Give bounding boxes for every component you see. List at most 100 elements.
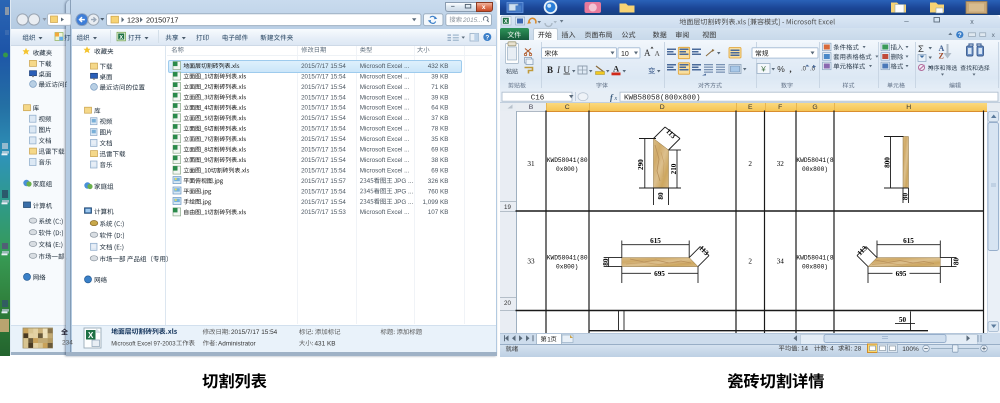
svg-text:X: X [504,19,508,25]
svg-text:–: – [904,17,909,26]
svg-text:69 KB: 69 KB [431,147,448,154]
svg-text:KWD58041(8: KWD58041(8 [796,157,833,164]
svg-text:A: A [644,48,651,58]
svg-text:F: F [778,104,782,111]
svg-text:I: I [556,65,561,75]
svg-text:760 KB: 760 KB [428,188,449,195]
svg-text:JPG ...: JPG ... [394,188,413,195]
svg-text:.0: .0 [801,67,807,73]
svg-text:2015/7/17 15:54: 2015/7/17 15:54 [301,63,346,70]
svg-text:Microsoft Excel 97-2003: Microsoft Excel 97-2003 [111,341,176,347]
svg-text:695: 695 [896,270,907,278]
svg-text:35 KB: 35 KB [431,136,448,143]
svg-text:2015/7/17 15:54: 2015/7/17 15:54 [301,94,346,101]
svg-text:2015/7/17 15:54: 2015/7/17 15:54 [301,84,346,91]
svg-text:695: 695 [654,270,665,278]
svg-text:0x800): 0x800) [556,264,578,271]
svg-text:2015/7/17 15:54: 2015/7/17 15:54 [301,115,346,122]
svg-text:80: 80 [657,192,665,200]
svg-text:: 4: : 4 [827,346,834,353]
svg-text:80: 80 [602,258,610,266]
svg-text:113: 113 [664,127,677,140]
svg-text:00x800): 00x800) [802,264,828,271]
svg-text:?: ? [485,35,489,42]
svg-text:.0: .0 [810,67,816,73]
svg-text:432 KB: 432 KB [428,63,449,70]
svg-text:2015/7/17 15:54: 2015/7/17 15:54 [301,126,346,133]
svg-text:50: 50 [899,316,907,324]
svg-text:2015/7/17 15:54: 2015/7/17 15:54 [301,105,346,112]
svg-text:x: x [992,32,996,39]
svg-text:U: U [564,65,571,75]
svg-text:2015/7/17 15:57: 2015/7/17 15:57 [301,178,346,185]
svg-text:KWD58041(80: KWD58041(80 [547,255,588,262]
svg-text:64 KB: 64 KB [431,105,448,112]
svg-text:JPG ...: JPG ... [394,199,413,206]
svg-text:f: f [610,92,614,102]
svg-text:x: x [482,4,486,11]
svg-text:19: 19 [504,204,511,211]
svg-text:431 KB: 431 KB [315,340,336,347]
svg-text:D: D [660,104,665,111]
svg-text:2015...: 2015... [462,17,483,24]
svg-text:?: ? [958,33,962,39]
svg-text:2015/7/17 15:54: 2015/7/17 15:54 [301,167,346,174]
svg-text:: 14: : 14 [798,346,809,353]
svg-text:37 KB: 37 KB [431,115,448,122]
svg-text:2015/7/17 15:54: 2015/7/17 15:54 [301,136,346,143]
svg-text:–: – [451,4,455,11]
svg-text:KWB58058(800x800): KWB58058(800x800) [624,95,701,103]
svg-text:80: 80 [953,258,961,266]
svg-text:B: B [547,65,553,75]
svg-text:Z: Z [939,52,944,61]
svg-text:2015/7/17 15:54: 2015/7/17 15:54 [301,73,346,80]
svg-text:Microsoft Excel ...: Microsoft Excel ... [360,105,410,112]
svg-text:71 KB: 71 KB [431,84,448,91]
svg-text:39 KB: 39 KB [431,73,448,80]
svg-text:Administrator: Administrator [218,340,257,347]
svg-text:2015/7/17 15:54: 2015/7/17 15:54 [231,329,278,336]
svg-text:34: 34 [777,258,785,266]
svg-text:0x800): 0x800) [556,166,578,173]
svg-text:x: x [970,19,974,26]
svg-text:210: 210 [670,163,678,174]
svg-text:Microsoft Excel ...: Microsoft Excel ... [360,136,410,143]
svg-text:C: C [565,104,570,111]
svg-text:X: X [88,331,94,340]
svg-text:: 28: : 28 [851,346,862,353]
svg-text:2: 2 [748,160,752,168]
svg-text:00x800): 00x800) [802,166,828,173]
svg-text:78 KB: 78 KB [431,126,448,133]
svg-text:Microsoft Excel ...: Microsoft Excel ... [360,73,410,80]
svg-text:A: A [613,64,620,74]
svg-text:KWD58041(80: KWD58041(80 [547,157,588,164]
svg-text:615: 615 [650,237,661,245]
svg-text:2015/7/17 15:53: 2015/7/17 15:53 [301,209,346,216]
svg-text:Microsoft Excel ...: Microsoft Excel ... [360,209,410,216]
svg-text:20150717: 20150717 [146,15,178,24]
svg-text:107 KB: 107 KB [428,209,449,216]
svg-text:%: % [777,64,785,74]
svg-text:H: H [906,104,911,111]
svg-text:C16: C16 [531,95,545,103]
svg-text:E: E [748,104,753,111]
svg-text:31: 31 [527,160,535,168]
svg-text:G: G [812,104,817,111]
svg-text:69 KB: 69 KB [431,167,448,174]
svg-text:100%: 100% [902,346,919,353]
svg-text:Σ: Σ [918,44,924,55]
svg-text:38 KB: 38 KB [431,157,448,164]
svg-text:Microsoft Excel ...: Microsoft Excel ... [360,157,410,164]
svg-text:10: 10 [621,51,629,58]
svg-text:Microsoft Excel ...: Microsoft Excel ... [360,94,410,101]
svg-text:A: A [655,49,661,58]
svg-text:Microsoft Excel ...: Microsoft Excel ... [360,167,410,174]
svg-text:32: 32 [777,160,785,168]
svg-text:Microsoft Excel ...: Microsoft Excel ... [360,115,410,122]
svg-text:JPG ...: JPG ... [394,178,413,185]
svg-text:80: 80 [902,193,910,201]
svg-text:800: 800 [883,157,891,168]
svg-text:2015/7/17 15:54: 2015/7/17 15:54 [301,147,346,154]
svg-text:Microsoft Excel ...: Microsoft Excel ... [360,147,410,154]
svg-text:,: , [789,64,791,74]
